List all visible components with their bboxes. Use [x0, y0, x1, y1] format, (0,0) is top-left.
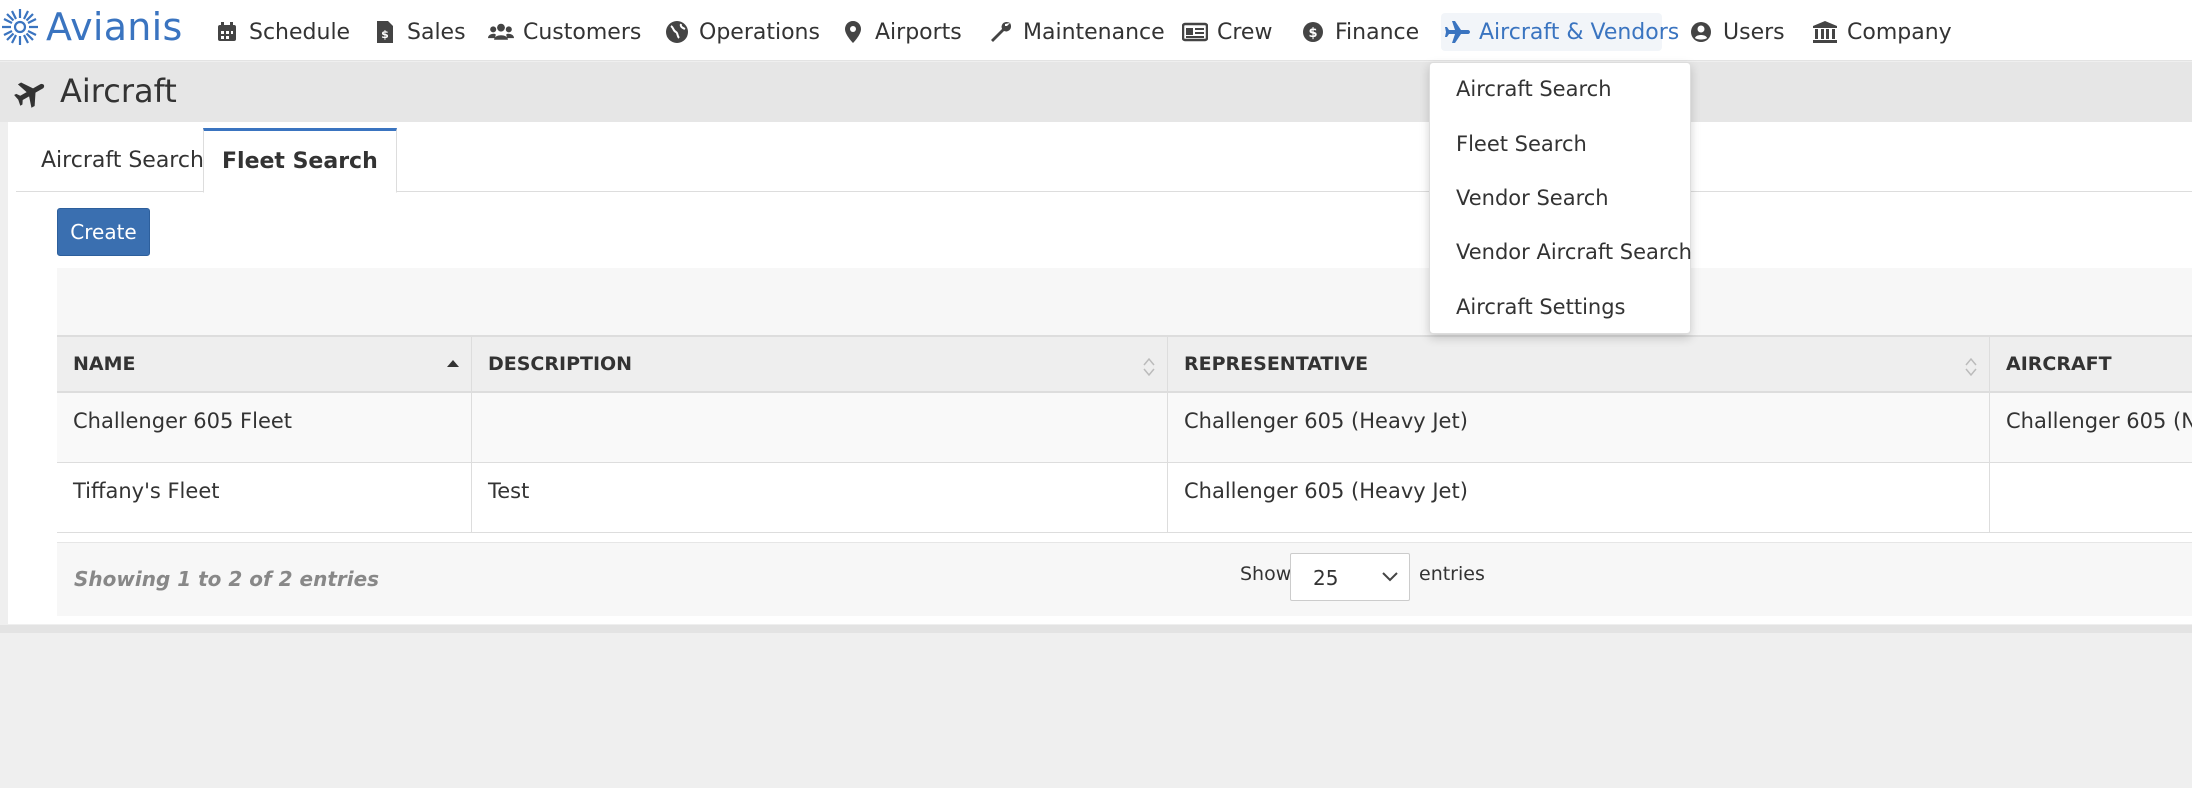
- page-title: Aircraft: [60, 72, 177, 110]
- nav-item-label: Maintenance: [1023, 19, 1165, 45]
- sort-both-icon: [1965, 357, 1977, 377]
- svg-text:$: $: [1308, 26, 1317, 41]
- create-button[interactable]: Create: [57, 208, 150, 256]
- top-navbar: Avianis Schedule $ Sales Customers Opera…: [0, 0, 2192, 61]
- main-panel: Aircraft Search Fleet Search Create NAME…: [8, 122, 2192, 624]
- bank-icon: [1812, 19, 1838, 45]
- svg-text:$: $: [381, 28, 389, 41]
- show-label: Show: [1240, 563, 1292, 585]
- column-header-name[interactable]: NAME: [57, 337, 471, 391]
- table-info: Showing 1 to 2 of 2 entries: [74, 567, 380, 591]
- table-row[interactable]: Challenger 605 Fleet Challenger 605 (Hea…: [57, 393, 2192, 463]
- menu-item-fleet-search[interactable]: Fleet Search: [1456, 132, 1587, 156]
- logo-mark-icon: [2, 9, 38, 45]
- sort-both-icon: [1143, 357, 1155, 377]
- entries-label: entries: [1419, 563, 1485, 585]
- nav-item-sales[interactable]: $ Sales: [372, 13, 466, 51]
- table-header-row: NAME DESCRIPTION REPRESENTATIVE AIRCRAFT: [57, 337, 2192, 393]
- id-card-icon: [1182, 19, 1208, 45]
- cell-aircraft: [1989, 463, 2192, 532]
- cell-name[interactable]: Tiffany's Fleet: [57, 463, 471, 532]
- chevron-down-icon: [1382, 572, 1398, 582]
- nav-item-users[interactable]: Users: [1688, 13, 1785, 51]
- column-header-aircraft[interactable]: AIRCRAFT: [1989, 337, 2192, 391]
- nav-item-label: Sales: [407, 19, 466, 45]
- tab-label: Fleet Search: [222, 149, 378, 174]
- filter-bar: [57, 268, 2192, 335]
- tab-bar: Aircraft Search Fleet Search: [16, 122, 2192, 193]
- brand-name: Avianis: [46, 5, 183, 49]
- calendar-icon: [214, 19, 240, 45]
- nav-item-finance[interactable]: $ Finance: [1300, 13, 1419, 51]
- column-header-representative[interactable]: REPRESENTATIVE: [1167, 337, 1989, 391]
- page-length-select[interactable]: 25: [1290, 553, 1410, 601]
- nav-item-maintenance[interactable]: Maintenance: [988, 13, 1165, 51]
- nav-item-label: Crew: [1217, 19, 1273, 45]
- dollar-circle-icon: $: [1300, 19, 1326, 45]
- table-row[interactable]: Tiffany's Fleet Test Challenger 605 (Hea…: [57, 463, 2192, 533]
- nav-item-schedule[interactable]: Schedule: [214, 13, 350, 51]
- page-header: Aircraft: [0, 62, 2192, 122]
- file-dollar-icon: $: [372, 19, 398, 45]
- nav-item-label: Aircraft & Vendors: [1479, 19, 1680, 45]
- column-header-description[interactable]: DESCRIPTION: [471, 337, 1167, 391]
- menu-item-aircraft-search[interactable]: Aircraft Search: [1456, 77, 1612, 101]
- cell-description: [471, 393, 1167, 462]
- nav-item-crew[interactable]: Crew: [1182, 13, 1272, 51]
- users-icon: [488, 19, 514, 45]
- column-header-label: AIRCRAFT: [2006, 353, 2112, 375]
- tab-aircraft-search[interactable]: Aircraft Search: [23, 128, 222, 192]
- nav-item-label: Company: [1847, 19, 1952, 45]
- page-bottom-rule: [0, 625, 2192, 633]
- menu-item-vendor-aircraft-search[interactable]: Vendor Aircraft Search: [1456, 240, 1692, 264]
- cell-aircraft: Challenger 605 (N1: [1989, 393, 2192, 462]
- cell-name[interactable]: Challenger 605 Fleet: [57, 393, 471, 462]
- wrench-icon: [988, 19, 1014, 45]
- column-header-label: NAME: [73, 353, 136, 375]
- page-length-value: 25: [1313, 566, 1339, 590]
- nav-item-operations[interactable]: Operations: [664, 13, 820, 51]
- nav-item-label: Customers: [523, 19, 642, 45]
- nav-item-company[interactable]: Company: [1812, 13, 1952, 51]
- nav-item-label: Airports: [875, 19, 962, 45]
- cell-description: Test: [471, 463, 1167, 532]
- fleet-table: NAME DESCRIPTION REPRESENTATIVE AIRCRAFT…: [57, 335, 2192, 533]
- nav-item-aircraft-vendors[interactable]: Aircraft & Vendors: [1441, 13, 1679, 51]
- nav-item-airports[interactable]: Airports: [840, 13, 962, 51]
- column-header-label: DESCRIPTION: [488, 353, 633, 375]
- menu-item-aircraft-settings[interactable]: Aircraft Settings: [1456, 295, 1626, 319]
- nav-item-label: Finance: [1335, 19, 1420, 45]
- tab-label: Aircraft Search: [41, 147, 204, 173]
- sort-asc-icon: [447, 360, 459, 367]
- nav-item-label: Users: [1723, 19, 1785, 45]
- nav-item-label: Operations: [699, 19, 820, 45]
- brand-logo[interactable]: Avianis: [0, 2, 183, 52]
- aircraft-vendors-dropdown: Aircraft Search Fleet Search Vendor Sear…: [1429, 62, 1692, 334]
- nav-item-customers[interactable]: Customers: [488, 13, 641, 51]
- plane-icon: [1444, 19, 1470, 45]
- nav-item-label: Schedule: [249, 19, 351, 45]
- map-marker-icon: [840, 19, 866, 45]
- column-header-label: REPRESENTATIVE: [1184, 353, 1369, 375]
- cell-representative: Challenger 605 (Heavy Jet): [1167, 463, 1989, 532]
- cell-representative: Challenger 605 (Heavy Jet): [1167, 393, 1989, 462]
- plane-icon: [14, 78, 46, 112]
- table-footer: Showing 1 to 2 of 2 entries Show 25 entr…: [57, 542, 2192, 616]
- menu-item-vendor-search[interactable]: Vendor Search: [1456, 186, 1609, 210]
- tab-fleet-search[interactable]: Fleet Search: [203, 128, 397, 193]
- globe-icon: [664, 19, 690, 45]
- user-circle-icon: [1688, 19, 1714, 45]
